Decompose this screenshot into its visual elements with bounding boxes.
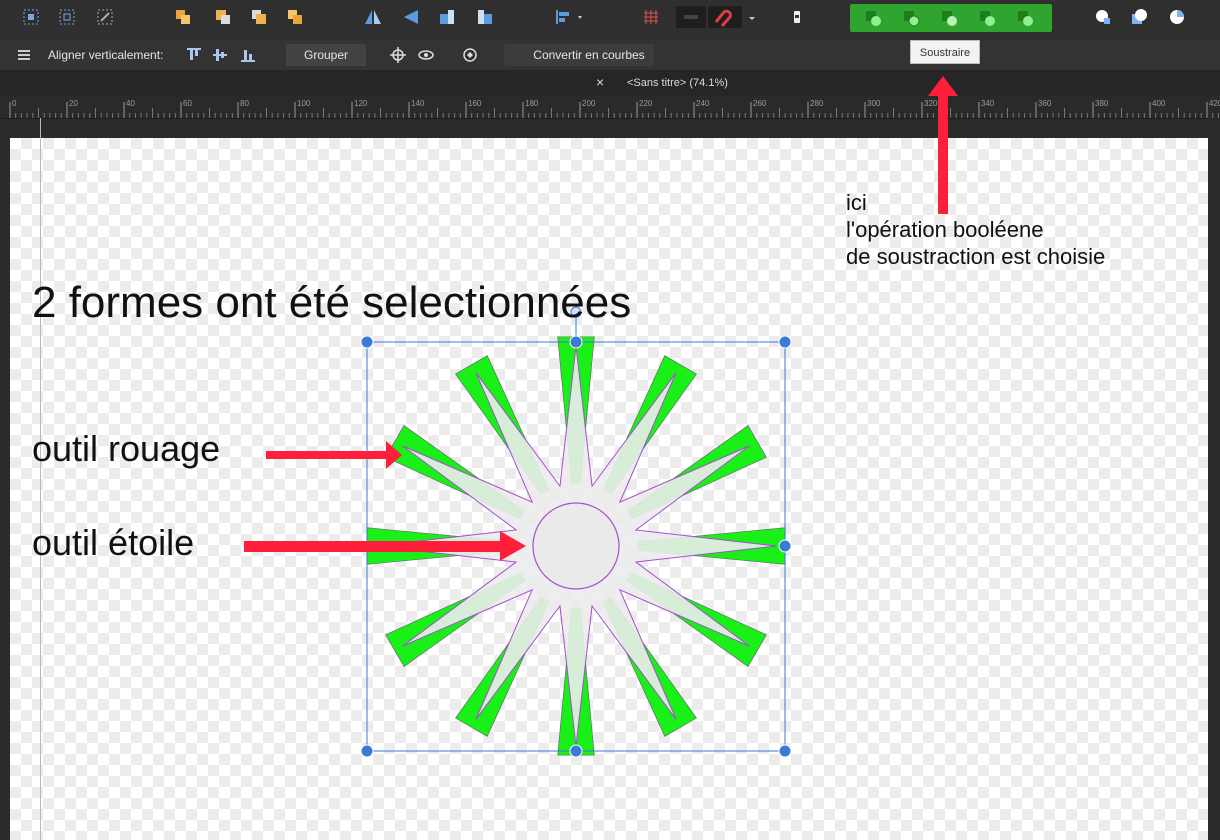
star-center-hole xyxy=(532,502,620,590)
selection-handle xyxy=(569,744,583,758)
selection-handle xyxy=(778,744,792,758)
annotation-gear-label: outil rouage xyxy=(32,428,221,469)
annotation-note-line2: l'opération booléene xyxy=(846,217,1044,242)
annotation-note-line1: ici xyxy=(846,190,867,215)
artwork-layer xyxy=(244,76,958,758)
selection-handle xyxy=(778,539,792,553)
selection-handle xyxy=(360,744,374,758)
selection-handle xyxy=(778,335,792,349)
annotation-note-line3: de soustraction est choisie xyxy=(846,244,1106,269)
star-arrow-shaft xyxy=(244,541,506,552)
annotation-title: 2 formes ont été selectionnées xyxy=(32,278,632,327)
tooltip-arrow-head xyxy=(928,76,958,96)
gear-arrow-shaft xyxy=(266,451,390,459)
annotation-star-label: outil étoile xyxy=(32,522,195,563)
selection-handle xyxy=(360,335,374,349)
selection-handle xyxy=(569,335,583,349)
tooltip-arrow-shaft xyxy=(938,96,948,214)
